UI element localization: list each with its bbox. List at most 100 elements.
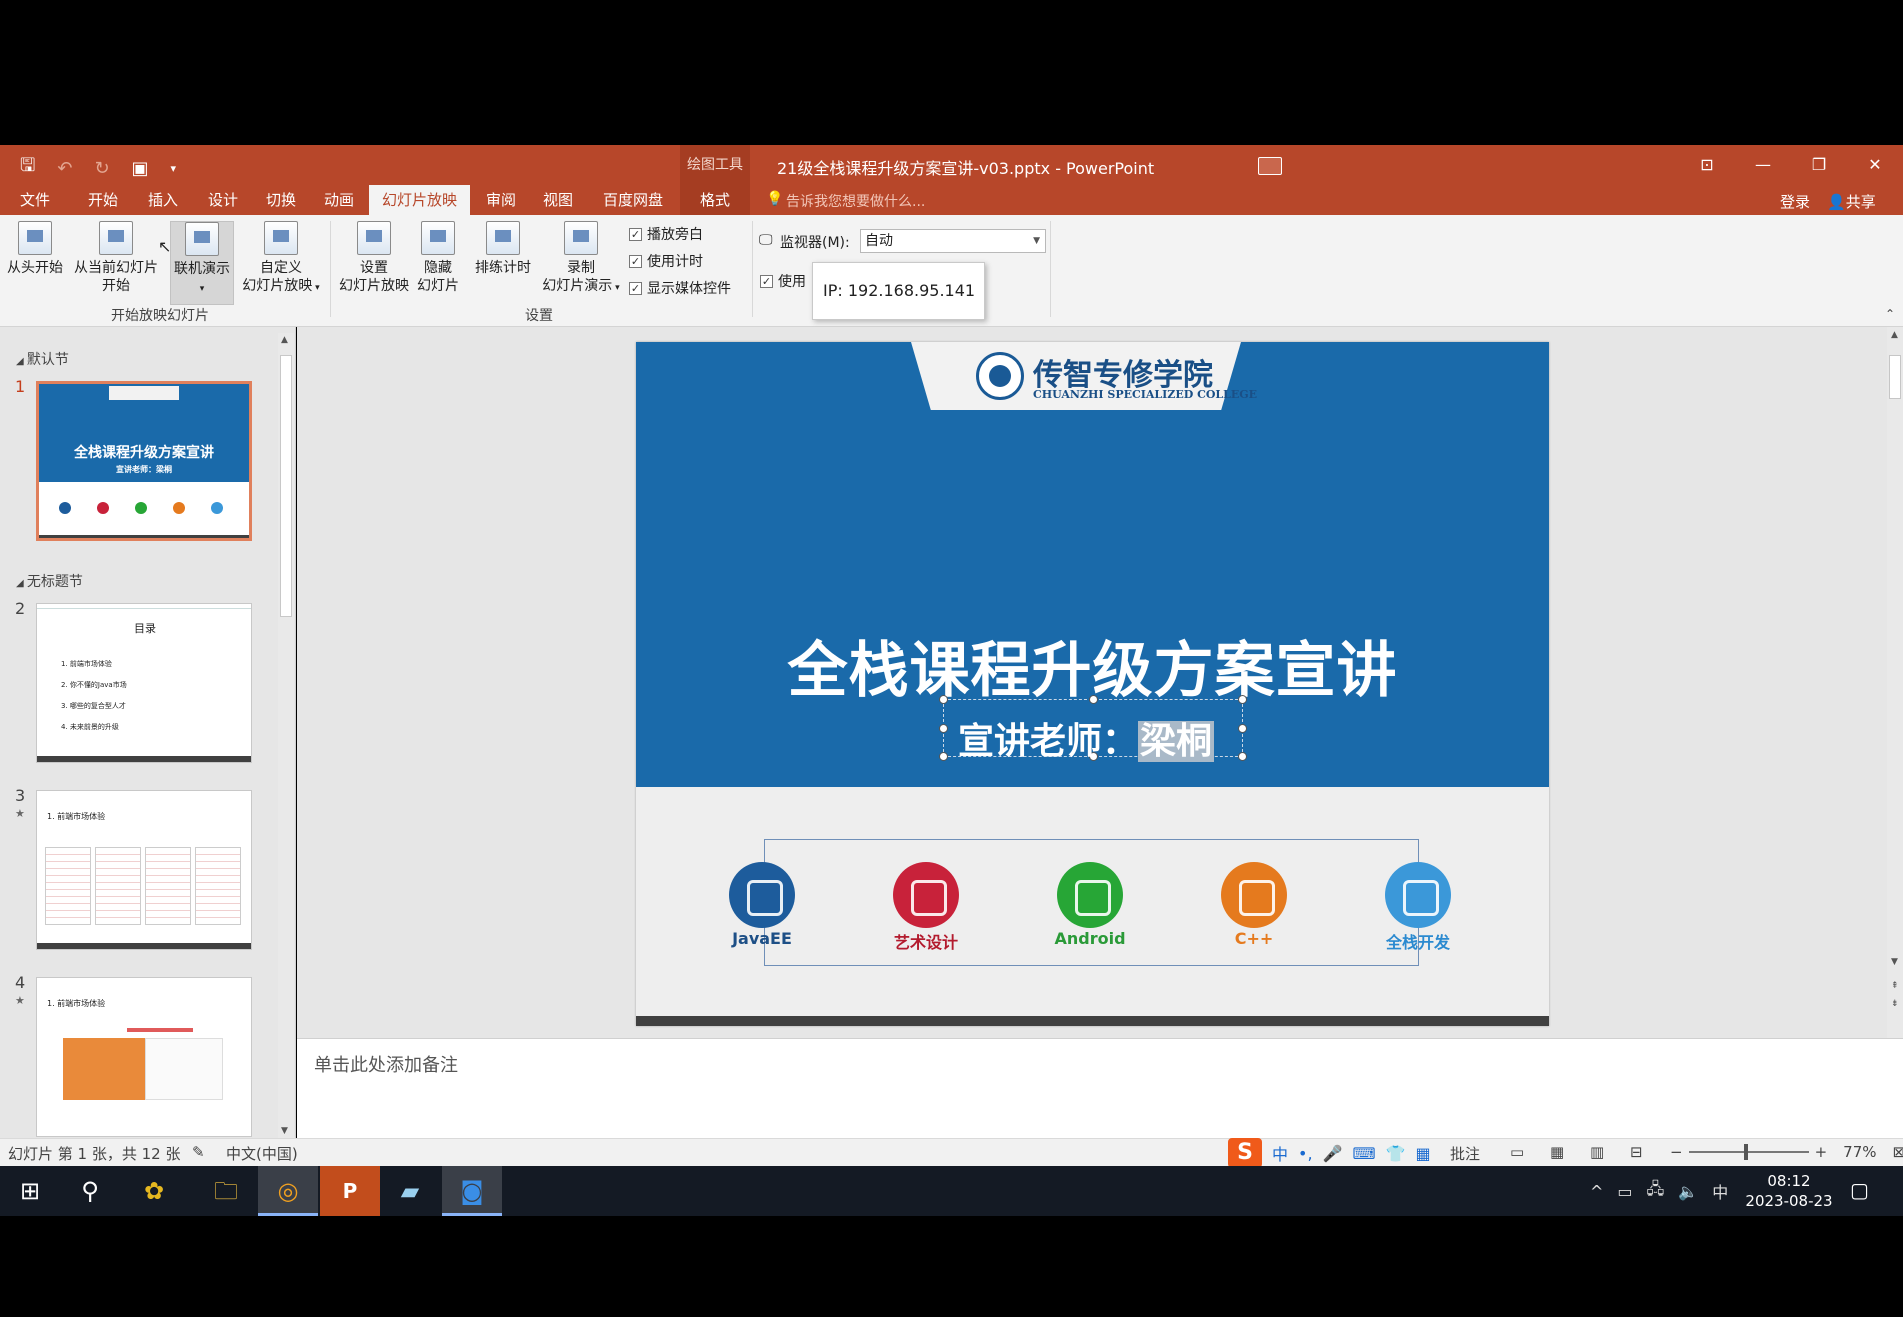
login-link[interactable]: 登录: [1780, 191, 1810, 212]
app-clover-icon[interactable]: ✿: [124, 1166, 184, 1216]
slideshow-view-icon[interactable]: ⊟: [1630, 1143, 1643, 1161]
resize-handle[interactable]: [1238, 752, 1247, 761]
zoom-in-icon[interactable]: +: [1815, 1143, 1828, 1161]
next-slide-icon[interactable]: ⇟: [1891, 999, 1899, 1009]
close-icon[interactable]: ✕: [1847, 145, 1903, 185]
network-icon[interactable]: 🖧: [1647, 1178, 1665, 1205]
hide-slide-button[interactable]: 隐藏 幻灯片: [414, 221, 462, 295]
toolbox-icon[interactable]: ▦: [1415, 1144, 1430, 1163]
microphone-icon[interactable]: 🎤: [1323, 1144, 1343, 1163]
scrollbar-thumb[interactable]: [1889, 355, 1901, 399]
volume-icon[interactable]: 🔈: [1678, 1182, 1698, 1201]
notification-icon[interactable]: ▢: [1850, 1178, 1869, 1202]
customize-qat-icon[interactable]: ▾: [171, 162, 177, 175]
setup-slideshow-button[interactable]: 设置 幻灯片放映: [334, 221, 414, 295]
from-beginning-button[interactable]: 从头开始: [4, 221, 66, 277]
comments-button[interactable]: 批注: [1450, 1143, 1480, 1164]
taskbar-ime-indicator[interactable]: 中: [1712, 1179, 1728, 1203]
tab-slideshow[interactable]: 幻灯片放映: [369, 185, 470, 215]
section-default[interactable]: ◢ 默认节: [16, 349, 69, 369]
zoom-slider-knob[interactable]: [1743, 1144, 1748, 1160]
keyboard-icon[interactable]: [1258, 157, 1282, 175]
tab-format[interactable]: 格式: [680, 185, 750, 215]
monitor-select[interactable]: 自动 ▼: [860, 229, 1046, 253]
selected-presenter-name[interactable]: 梁桐: [1138, 721, 1215, 762]
scroll-down-icon[interactable]: ▼: [281, 1126, 288, 1136]
show-media-controls-checkbox[interactable]: ✓ 显示媒体控件: [629, 278, 731, 298]
ime-chinese-mode[interactable]: 中: [1272, 1141, 1288, 1165]
thumbnail-scrollbar[interactable]: ▲ ▼: [278, 333, 294, 1138]
slide-thumbnail-3[interactable]: 1. 前端市场体验: [36, 790, 252, 950]
tab-view[interactable]: 视图: [531, 185, 585, 215]
scroll-down-icon[interactable]: ▼: [1891, 957, 1898, 967]
skin-icon[interactable]: 👕: [1386, 1144, 1406, 1163]
section-untitled[interactable]: ◢ 无标题节: [16, 571, 83, 591]
resize-handle[interactable]: [939, 724, 948, 733]
save-icon[interactable]: 🖫: [20, 153, 35, 183]
slide-thumbnail-1[interactable]: 全栈课程升级方案宣讲 宣讲老师：梁桐: [36, 381, 252, 541]
previous-slide-icon[interactable]: ⇞: [1891, 981, 1899, 991]
search-icon[interactable]: ⚲: [60, 1166, 120, 1216]
present-icon[interactable]: ▣: [132, 158, 149, 179]
slide-thumbnail-4[interactable]: 1. 前端市场体验: [36, 977, 252, 1137]
scroll-up-icon[interactable]: ▲: [281, 335, 288, 345]
editor-scrollbar[interactable]: ▲ ▼ ⇞ ⇟: [1887, 327, 1903, 1038]
undo-icon[interactable]: ↶: [57, 158, 72, 179]
tab-animations[interactable]: 动画: [312, 185, 366, 215]
notes-pane[interactable]: 单击此处添加备注: [297, 1038, 1903, 1138]
chat-app-icon[interactable]: ◙: [442, 1166, 502, 1216]
share-button[interactable]: 👤共享: [1827, 191, 1876, 212]
start-icon[interactable]: ⊞: [0, 1166, 60, 1216]
ribbon-display-icon[interactable]: ⊡: [1679, 145, 1735, 185]
tab-review[interactable]: 审阅: [474, 185, 528, 215]
powerpoint-icon[interactable]: P: [320, 1166, 380, 1216]
record-slideshow-button[interactable]: 录制 幻灯片演示 ▾: [536, 221, 626, 297]
reading-view-icon[interactable]: ▥: [1590, 1143, 1604, 1161]
rehearse-timings-button[interactable]: 排练计时: [470, 221, 536, 277]
tab-home[interactable]: 开始: [76, 185, 130, 215]
zoom-level[interactable]: 77%: [1843, 1143, 1876, 1161]
keyboard-icon[interactable]: ⌨: [1352, 1144, 1375, 1163]
notes-app-icon[interactable]: ▰: [380, 1166, 440, 1216]
language-status[interactable]: 中文(中国): [226, 1143, 298, 1164]
battery-icon[interactable]: ▭: [1617, 1182, 1632, 1201]
file-explorer-icon[interactable]: 🗀: [196, 1166, 256, 1216]
punctuation-icon[interactable]: •,: [1298, 1144, 1313, 1163]
use-presenter-view-checkbox[interactable]: ✓ 使用: [760, 271, 806, 291]
custom-slideshow-button[interactable]: 自定义 幻灯片放映 ▾: [238, 221, 324, 297]
collapse-ribbon-icon[interactable]: ⌃: [1885, 307, 1895, 321]
redo-icon[interactable]: ↻: [94, 158, 109, 179]
fit-to-window-icon[interactable]: ⊠: [1893, 1143, 1903, 1161]
use-timings-checkbox[interactable]: ✓ 使用计时: [629, 251, 703, 271]
clock[interactable]: 08:12 2023-08-23: [1744, 1171, 1834, 1211]
spellcheck-icon[interactable]: ✎: [192, 1143, 205, 1161]
current-slide[interactable]: 传智专修学院 CHUANZHI SPECIALIZED COLLEGE 全栈课程…: [636, 342, 1549, 1026]
restore-icon[interactable]: ❐: [1791, 145, 1847, 185]
from-current-button[interactable]: 从当前幻灯片 开始: [70, 221, 162, 295]
slide-thumbnail-2[interactable]: 目录 1. 前端市场体验 2. 你不懂的Java市场 3. 哪些的复合型人才 4…: [36, 603, 252, 763]
resize-handle[interactable]: [939, 752, 948, 761]
slide-subtitle[interactable]: 宣讲老师：梁桐: [958, 712, 1215, 764]
tab-transitions[interactable]: 切换: [254, 185, 308, 215]
slide-sorter-icon[interactable]: ▦: [1550, 1143, 1564, 1161]
minimize-icon[interactable]: —: [1735, 145, 1791, 185]
tell-me-box[interactable]: 告诉我您想要做什么...: [786, 191, 925, 211]
tab-file[interactable]: 文件: [8, 185, 62, 215]
tab-design[interactable]: 设计: [196, 185, 250, 215]
tray-overflow-icon[interactable]: ^: [1590, 1182, 1603, 1201]
resize-handle[interactable]: [1089, 695, 1098, 704]
resize-handle[interactable]: [1238, 695, 1247, 704]
zoom-slider[interactable]: [1688, 1144, 1809, 1160]
tab-baidu-netdisk[interactable]: 百度网盘: [592, 185, 674, 215]
zoom-out-icon[interactable]: −: [1670, 1143, 1683, 1161]
scroll-up-icon[interactable]: ▲: [1891, 330, 1898, 340]
tab-insert[interactable]: 插入: [136, 185, 190, 215]
normal-view-icon[interactable]: ▭: [1510, 1143, 1524, 1161]
browser-icon[interactable]: ◎: [258, 1166, 318, 1216]
resize-handle[interactable]: [939, 695, 948, 704]
play-narrations-checkbox[interactable]: ✓ 播放旁白: [629, 224, 703, 244]
online-present-button[interactable]: 联机演示 ▾: [170, 221, 234, 305]
resize-handle[interactable]: [1238, 724, 1247, 733]
sogou-logo-icon[interactable]: S: [1228, 1138, 1262, 1168]
scrollbar-thumb[interactable]: [280, 355, 292, 617]
